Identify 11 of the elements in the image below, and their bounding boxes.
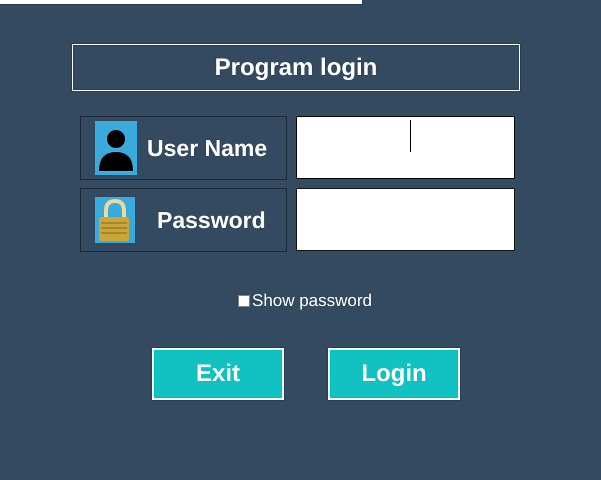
field-label: User Name: [147, 134, 268, 163]
input-field[interactable]: [296, 188, 515, 251]
button[interactable]: Exit: [152, 348, 284, 400]
button[interactable]: Login: [328, 348, 460, 400]
field-label: Password: [157, 206, 266, 235]
show-password-label: Show password: [252, 290, 372, 312]
input-field[interactable]: [296, 116, 515, 179]
user-icon: [95, 121, 137, 175]
show-password-checkbox[interactable]: [238, 294, 250, 307]
padlock-icon: [95, 197, 135, 243]
form-title: Program login: [72, 44, 520, 91]
